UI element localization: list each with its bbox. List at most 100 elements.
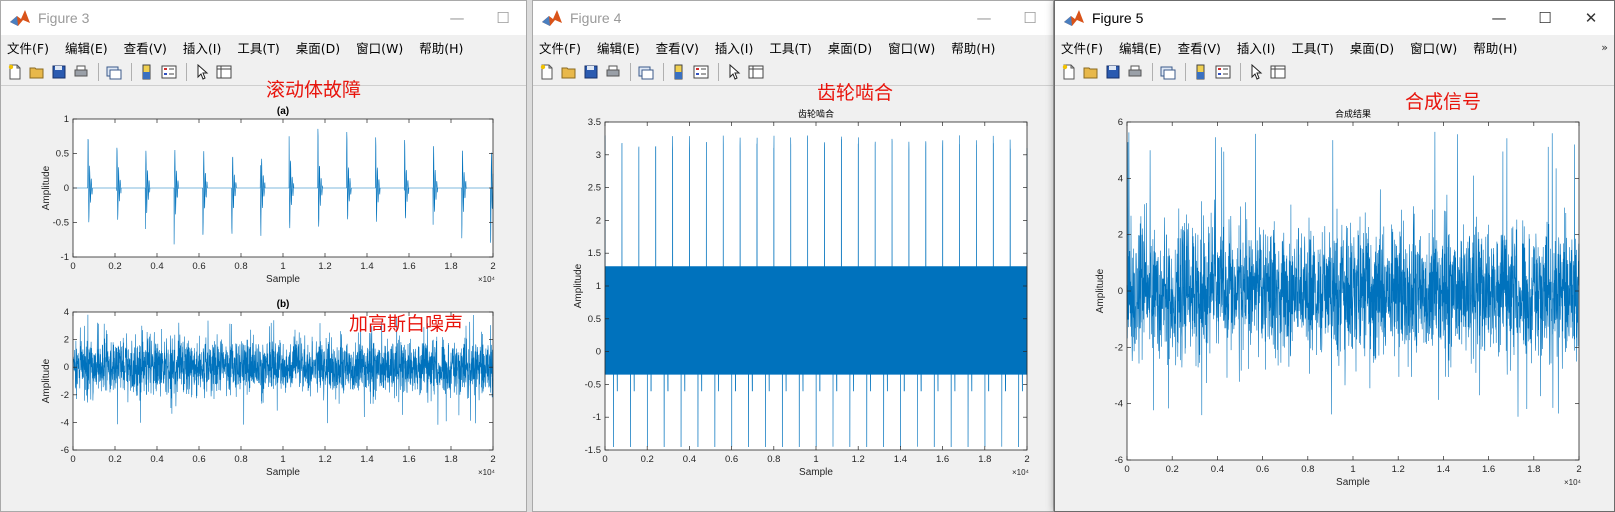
x-tick-label: 0.4	[150, 261, 163, 272]
y-tick-label: -2	[61, 390, 69, 401]
x-tick-label: 0	[70, 454, 75, 465]
y-tick-label: -6	[1115, 455, 1123, 466]
x-tick-label: 1	[280, 261, 285, 272]
menu-item[interactable]: 编辑(E)	[1119, 38, 1162, 57]
menu-item[interactable]: 文件(F)	[7, 38, 49, 57]
new-file-icon[interactable]	[537, 62, 557, 82]
legend-icon[interactable]	[1213, 62, 1233, 82]
title-bar[interactable]: Figure 5 — ☐ ✕	[1055, 1, 1614, 35]
link-figure-icon[interactable]	[1158, 62, 1178, 82]
x-exponent-label: ×10⁴	[478, 468, 496, 477]
y-axis-label: Amplitude	[573, 263, 584, 308]
toolbar-separator	[131, 63, 132, 81]
y-tick-label: 2	[596, 215, 601, 226]
y-tick-label: 2	[1118, 230, 1123, 241]
print-icon[interactable]	[1125, 62, 1145, 82]
x-tick-label: 0.2	[1166, 464, 1179, 475]
menu-item[interactable]: 帮助(H)	[419, 38, 463, 57]
menu-item[interactable]: 插入(I)	[1237, 38, 1275, 57]
property-inspector-icon[interactable]	[214, 62, 234, 82]
y-tick-label: 6	[1118, 117, 1123, 128]
menu-item[interactable]: 编辑(E)	[65, 38, 108, 57]
menu-item[interactable]: 插入(I)	[715, 38, 753, 57]
title-bar[interactable]: Figure 3 — ☐	[1, 1, 526, 35]
x-tick-label: 0	[70, 261, 75, 272]
minimize-button[interactable]: —	[961, 1, 1007, 35]
colorbar-icon[interactable]	[1191, 62, 1211, 82]
y-tick-label: 4	[64, 307, 69, 318]
menu-item[interactable]: 编辑(E)	[597, 38, 640, 57]
colorbar-icon[interactable]	[137, 62, 157, 82]
save-icon[interactable]	[1103, 62, 1123, 82]
window-title: Figure 4	[570, 10, 622, 26]
property-inspector-icon[interactable]	[746, 62, 766, 82]
print-icon[interactable]	[71, 62, 91, 82]
maximize-button[interactable]: ☐	[1522, 1, 1568, 35]
x-tick-label: 1.2	[1392, 464, 1405, 475]
figure-5-plots: 0 0.2 0.4 0.6 0.8 1 1.2 1.4 1.6 1.8 2 6 4 2 0 -2 -4 -6 合成结…	[1095, 108, 1582, 488]
open-folder-icon[interactable]	[559, 62, 579, 82]
x-tick-label: 1.8	[978, 454, 991, 465]
menu-item[interactable]: 帮助(H)	[1473, 38, 1517, 57]
x-tick-label: 0.8	[234, 454, 247, 465]
open-folder-icon[interactable]	[27, 62, 47, 82]
annotation-gear-mesh: 齿轮啮合	[817, 82, 894, 104]
toolbar-separator	[630, 63, 631, 81]
menu-item[interactable]: 查看(V)	[656, 38, 699, 57]
pointer-icon[interactable]	[192, 62, 212, 82]
x-tick-label: 0	[1124, 464, 1129, 475]
x-tick-label: 1.2	[318, 261, 331, 272]
x-tick-label: 0.8	[767, 454, 780, 465]
open-folder-icon[interactable]	[1081, 62, 1101, 82]
menu-item[interactable]: 桌面(D)	[296, 38, 340, 57]
link-figure-icon[interactable]	[104, 62, 124, 82]
menu-item[interactable]: 文件(F)	[539, 38, 581, 57]
menu-overflow-chevron-icon[interactable]: »	[1601, 41, 1608, 54]
matlab-logo-icon	[1064, 10, 1084, 26]
print-icon[interactable]	[603, 62, 623, 82]
menu-item[interactable]: 工具(T)	[237, 38, 279, 57]
maximize-button[interactable]: ☐	[480, 1, 526, 35]
figure-3-window[interactable]: Figure 3 — ☐ 文件(F) 编辑(E) 查看(V) 插入(I) 工具(T) 桌面…	[0, 0, 527, 512]
menu-item[interactable]: 工具(T)	[1291, 38, 1333, 57]
minimize-button[interactable]: —	[434, 1, 480, 35]
link-figure-icon[interactable]	[636, 62, 656, 82]
menu-item[interactable]: 窗口(W)	[1410, 38, 1457, 57]
new-file-icon[interactable]	[1059, 62, 1079, 82]
legend-icon[interactable]	[159, 62, 179, 82]
menu-item[interactable]: 窗口(W)	[356, 38, 403, 57]
axes[interactable]: 0 0.2 0.4 0.6 0.8 1 1.2 1.4 1.6 1.8 2 3.5 3 2.5 2 1.5 1 0…	[573, 108, 1030, 478]
close-button[interactable]: ✕	[1568, 1, 1614, 35]
property-inspector-icon[interactable]	[1268, 62, 1288, 82]
axes-title: (a)	[277, 106, 289, 117]
menu-item[interactable]: 查看(V)	[124, 38, 167, 57]
colorbar-icon[interactable]	[669, 62, 689, 82]
annotation-rolling-element-fault: 滚动体故障	[266, 79, 362, 101]
menu-item[interactable]: 帮助(H)	[951, 38, 995, 57]
figure-5-window[interactable]: Figure 5 — ☐ ✕ 文件(F) 编辑(E) 查看(V) 插入(I) 工具(T)…	[1054, 0, 1615, 512]
x-tick-label: 1	[1350, 464, 1355, 475]
figure-4-window[interactable]: Figure 4 — ☐ 文件(F) 编辑(E) 查看(V) 插入(I) 工具(T) 桌面…	[532, 0, 1054, 512]
menu-item[interactable]: 文件(F)	[1061, 38, 1103, 57]
menu-item[interactable]: 插入(I)	[183, 38, 221, 57]
save-icon[interactable]	[581, 62, 601, 82]
pointer-icon[interactable]	[1246, 62, 1266, 82]
x-tick-label: 1.6	[1482, 464, 1495, 475]
menu-item[interactable]: 桌面(D)	[828, 38, 872, 57]
figure-canvas: 0 0.2 0.4 0.6 0.8 1 1.2 1.4 1.6 1.8 2 3.5 3 2.5 2 1.5 1 0…	[533, 87, 1053, 511]
title-bar[interactable]: Figure 4 — ☐	[533, 1, 1053, 35]
legend-icon[interactable]	[691, 62, 711, 82]
x-tick-label: 0.6	[192, 454, 205, 465]
minimize-button[interactable]: —	[1476, 1, 1522, 35]
maximize-button[interactable]: ☐	[1007, 1, 1053, 35]
new-file-icon[interactable]	[5, 62, 25, 82]
axes[interactable]: 0 0.2 0.4 0.6 0.8 1 1.2 1.4 1.6 1.8 2 6 4 2 0 -2 -4 -6 合成结…	[1095, 108, 1582, 488]
axes[interactable]: 0 0.2 0.4 0.6 0.8 1 1.2 1.4 1.6 1.8 2 1 0.5 0 -0.5 -1 (a…	[41, 106, 496, 285]
pointer-icon[interactable]	[724, 62, 744, 82]
save-icon[interactable]	[49, 62, 69, 82]
menu-item[interactable]: 查看(V)	[1178, 38, 1221, 57]
menu-item[interactable]: 工具(T)	[769, 38, 811, 57]
menu-item[interactable]: 窗口(W)	[888, 38, 935, 57]
menu-item[interactable]: 桌面(D)	[1350, 38, 1394, 57]
x-tick-label: 1	[813, 454, 818, 465]
